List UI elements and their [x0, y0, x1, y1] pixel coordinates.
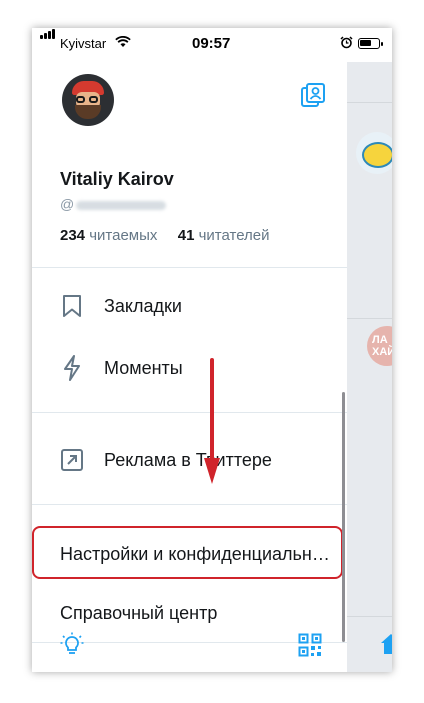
- timeline-divider: [347, 102, 392, 103]
- bookmark-icon: [60, 294, 84, 318]
- followers-label: читателей: [198, 227, 270, 244]
- qr-code-icon[interactable]: [298, 633, 322, 657]
- status-time: 09:57: [192, 35, 231, 52]
- account-switch-icon[interactable]: [300, 82, 326, 108]
- timeline-divider: [347, 616, 392, 617]
- following-label: читаемых: [89, 227, 158, 244]
- menu-item-settings-privacy[interactable]: Настройки и конфиденциальн…: [60, 544, 330, 565]
- menu-item-label: Реклама в Твиттере: [104, 449, 272, 470]
- menu-item-twitter-ads[interactable]: Реклама в Твиттере: [60, 440, 340, 480]
- followers-count: 41: [177, 227, 195, 244]
- lightning-icon: [60, 355, 84, 381]
- divider: [32, 504, 347, 505]
- timeline-divider: [347, 318, 392, 319]
- timeline-avatar[interactable]: [356, 132, 392, 174]
- battery-icon: [358, 38, 383, 49]
- carrier-name: Kyivstar: [60, 36, 107, 51]
- profile-display-name[interactable]: Vitaliy Kairov: [60, 169, 174, 190]
- menu-item-bookmarks[interactable]: Закладки: [60, 286, 340, 326]
- menu-item-label: Справочный центр: [60, 602, 218, 623]
- timeline-avatar-text: ЛА ХАЙ: [372, 334, 392, 358]
- profile-avatar[interactable]: [62, 74, 114, 126]
- handle-redacted: [76, 200, 167, 210]
- menu-item-moments[interactable]: Моменты: [60, 348, 340, 388]
- menu-item-label: Моменты: [104, 357, 183, 378]
- handle-prefix: @: [60, 196, 75, 212]
- profile-handle: @: [60, 196, 167, 212]
- divider: [32, 412, 347, 413]
- battery-level: [360, 40, 371, 46]
- phone-screen: Kyivstar 09:57 ЛА ХАЙ Vitaliy Kairov @ 2…: [32, 28, 392, 672]
- side-drawer: Vitaliy Kairov @ 234 читаемых 41 читател…: [32, 62, 347, 672]
- annotation-arrow-icon: [204, 358, 220, 484]
- following-link[interactable]: 234 читаемых: [60, 227, 157, 244]
- following-count: 234: [60, 227, 86, 244]
- alarm-icon: [340, 36, 353, 49]
- scrollbar[interactable]: [342, 392, 345, 642]
- wifi-icon: [115, 36, 131, 47]
- menu-item-help-center[interactable]: Справочный центр: [60, 593, 340, 633]
- status-bar: Kyivstar 09:57: [32, 28, 392, 62]
- external-link-arrow-icon: [60, 448, 84, 472]
- followers-link[interactable]: 41 читателей: [178, 227, 270, 244]
- menu-item-label: Закладки: [104, 295, 182, 316]
- divider: [32, 267, 347, 268]
- lightbulb-icon[interactable]: [60, 632, 84, 658]
- profile-stats: 234 читаемых 41 читателей: [60, 227, 270, 244]
- home-icon[interactable]: [379, 632, 392, 656]
